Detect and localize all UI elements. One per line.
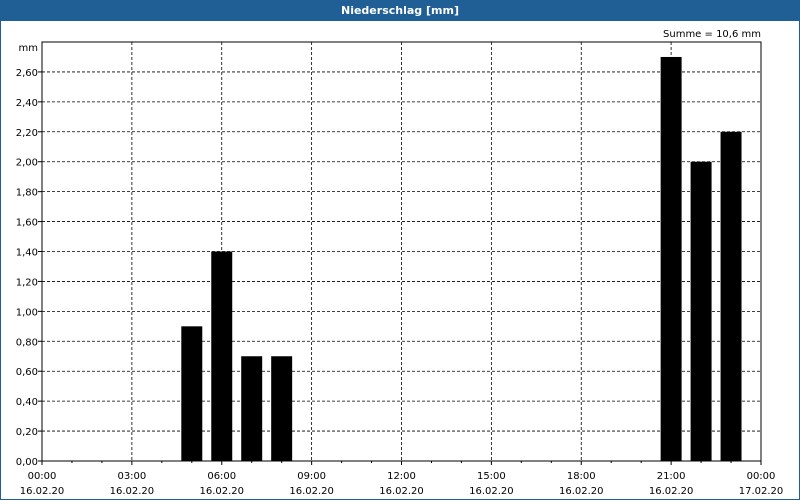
y-tick-label: 0,00 [16,457,38,468]
bar [660,56,682,461]
x-tick-time-label: 00:00 [28,471,57,482]
y-tick-label: 0,40 [16,397,38,408]
x-tick-date-label: 17.02.20 [739,486,784,497]
x-tick-date-label: 16.02.20 [199,486,244,497]
x-tick-time-label: 12:00 [387,471,416,482]
y-tick-label: 2,20 [16,128,38,139]
bar [181,326,203,461]
y-tick-label: 0,20 [16,427,38,438]
y-tick-label: 2,00 [16,158,38,169]
bar [690,161,712,461]
y-tick-label: 1,60 [16,218,38,229]
y-tick-label: 1,20 [16,277,38,288]
y-tick-label: 2,40 [16,98,38,109]
bar [241,356,263,461]
bar-chart: 0,00 0,20 0,40 0,60 0,80 1,00 1,20 1,40 1,60 1,80… [16,29,784,497]
window-title: Niederschlag [mm] [1,1,799,21]
y-axis-unit-label: mm [19,43,38,54]
x-tick-time-label: 18:00 [567,471,596,482]
x-tick-time-label: 06:00 [207,471,236,482]
bar [211,251,233,461]
x-tick-date-label: 16.02.20 [469,486,514,497]
bar [720,131,742,461]
y-tick-label: 0,80 [16,337,38,348]
x-tick-date-label: 16.02.20 [379,486,424,497]
x-tick-time-label: 03:00 [117,471,146,482]
y-tick-label: 1,80 [16,188,38,199]
plot-area: 0,00 0,20 0,40 0,60 0,80 1,00 1,20 1,40 1,60 1,80… [1,21,799,499]
x-tick-date-label: 16.02.20 [20,486,65,497]
x-tick-time-label: 00:00 [747,471,776,482]
x-tick-date-label: 16.02.20 [559,486,604,497]
x-tick-date-label: 16.02.20 [289,486,334,497]
sum-annotation: Summe = 10,6 mm [663,29,761,40]
x-tick-date-label: 16.02.20 [649,486,694,497]
x-tick-time-label: 09:00 [297,471,326,482]
x-tick-date-label: 16.02.20 [110,486,155,497]
x-tick-time-label: 15:00 [477,471,506,482]
y-tick-label: 1,00 [16,307,38,318]
y-tick-label: 0,60 [16,367,38,378]
x-tick-time-label: 21:00 [657,471,686,482]
y-tick-label: 1,40 [16,248,38,259]
chart-window: Niederschlag [mm] 0,00 0,20 0,40 0,60 0,80 1,… [0,0,800,500]
y-tick-label: 2,60 [16,68,38,79]
bar [271,356,293,461]
